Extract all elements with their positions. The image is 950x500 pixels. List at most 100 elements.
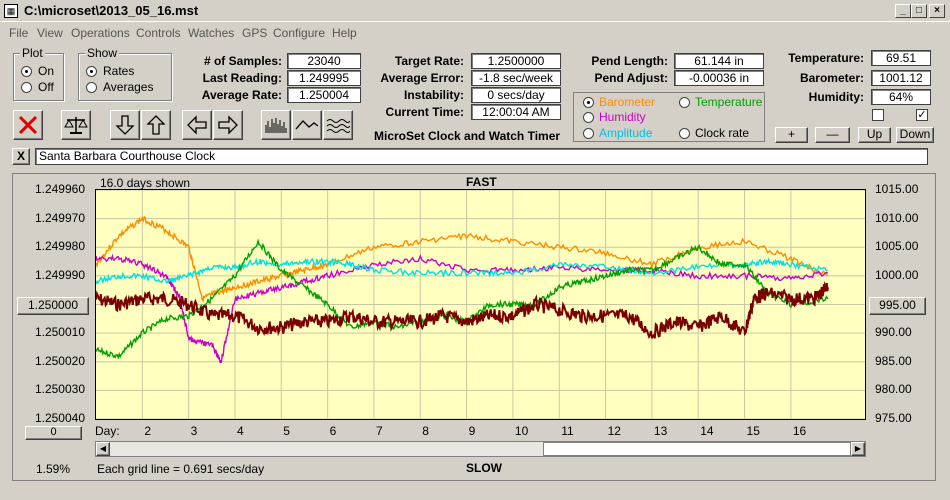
checkbox-1[interactable] bbox=[872, 109, 884, 121]
menu-controls[interactable]: Controls bbox=[136, 26, 181, 40]
barometer-field: 1001.12 bbox=[871, 70, 931, 86]
y-left-tick-label: 1.250040 bbox=[34, 411, 85, 425]
y-right-tick-label: 975.00 bbox=[875, 411, 912, 425]
x-tick-label: 12 bbox=[607, 424, 621, 438]
x-tick-label: 2 bbox=[144, 424, 151, 438]
average-error-label: Average Error: bbox=[380, 71, 464, 85]
app-icon[interactable]: ▦ bbox=[4, 4, 18, 18]
show-rates-label: Rates bbox=[103, 64, 135, 78]
show-rates-radio[interactable] bbox=[86, 66, 97, 77]
plot-off-label: Off bbox=[38, 80, 54, 94]
barometer-reading-label: Barometer: bbox=[799, 71, 864, 85]
instability-label: Instability: bbox=[403, 88, 464, 102]
target-rate-label: Target Rate: bbox=[394, 54, 464, 68]
plot-on-label: On bbox=[38, 64, 55, 78]
instability-field: 0 secs/day bbox=[471, 87, 561, 103]
plot-off-radio[interactable] bbox=[21, 82, 32, 93]
menu-operations[interactable]: Operations bbox=[71, 26, 130, 40]
samples-field: 23040 bbox=[287, 53, 361, 69]
smooth-plot-button[interactable] bbox=[323, 110, 353, 140]
scroll-left-arrow-icon[interactable]: ◀ bbox=[96, 442, 110, 456]
days-shown-label: 16.0 days shown bbox=[100, 176, 191, 190]
close-clock-button[interactable]: X bbox=[12, 148, 30, 165]
menu-help[interactable]: Help bbox=[332, 26, 357, 40]
x-tick-label: 6 bbox=[329, 424, 337, 438]
plot-group-title: Plot bbox=[20, 46, 45, 60]
clock-rate-radio[interactable] bbox=[679, 128, 690, 139]
time-scrollbar[interactable]: ◀ ▶ bbox=[95, 441, 866, 457]
x-tick-label: 9 bbox=[468, 424, 476, 438]
down-button[interactable]: Down bbox=[896, 127, 934, 143]
barometer-radio[interactable] bbox=[583, 97, 594, 108]
menu-configure[interactable]: Configure bbox=[273, 26, 325, 40]
y-right-tick-label: 1005.00 bbox=[875, 239, 919, 254]
clock-name-field[interactable]: Santa Barbara Courthouse Clock bbox=[35, 148, 928, 165]
scrollbar-thumb[interactable] bbox=[543, 442, 851, 456]
humidity-label: Humidity bbox=[599, 110, 646, 124]
current-time-label: Current Time: bbox=[385, 105, 464, 119]
show-group-title: Show bbox=[85, 46, 120, 60]
current-time-field: 12:00:04 AM bbox=[471, 104, 561, 120]
histogram-icon bbox=[265, 118, 287, 133]
humidity-field: 64% bbox=[871, 89, 931, 105]
y-left-tick-label: 1.249980 bbox=[34, 239, 85, 254]
y-left-tick-label: 1.250030 bbox=[34, 382, 85, 397]
y-left-tick-label: 1.250020 bbox=[34, 353, 85, 368]
checkbox-2[interactable]: ✓ bbox=[916, 109, 928, 121]
product-title: MicroSet Clock and Watch Timer bbox=[374, 129, 561, 143]
humidity-reading-label: Humidity: bbox=[808, 90, 864, 104]
x-tick-label: 13 bbox=[653, 424, 668, 438]
scroll-right-arrow-icon[interactable]: ▶ bbox=[851, 442, 865, 456]
maximize-icon[interactable]: □ bbox=[911, 4, 927, 18]
time-offset-button[interactable]: 0 bbox=[25, 426, 82, 440]
target-rate-field[interactable]: 1.2500000 bbox=[471, 53, 561, 69]
plus-button[interactable]: + bbox=[775, 127, 808, 143]
show-averages-radio[interactable] bbox=[86, 82, 97, 93]
amplitude-label: Amplitude bbox=[599, 126, 653, 140]
balance-button[interactable] bbox=[61, 110, 91, 140]
temperature-label: Temperature bbox=[695, 95, 763, 109]
average-rate-field: 1.250004 bbox=[287, 87, 361, 103]
up-button[interactable]: Up bbox=[858, 127, 891, 143]
slow-label: SLOW bbox=[466, 461, 502, 475]
waves-icon bbox=[326, 119, 350, 133]
samples-label: # of Samples: bbox=[203, 54, 282, 68]
close-icon[interactable]: × bbox=[929, 4, 945, 18]
plot-on-radio[interactable] bbox=[21, 66, 32, 77]
last-reading-label: Last Reading: bbox=[202, 71, 282, 85]
menu-watches[interactable]: Watches bbox=[188, 26, 234, 40]
scroll-right-button[interactable] bbox=[213, 110, 243, 140]
menu-bar: File View Operations Controls Watches GP… bbox=[0, 23, 950, 43]
line-plot-button[interactable] bbox=[292, 110, 322, 140]
minimize-icon[interactable]: _ bbox=[895, 4, 911, 18]
scroll-up-button[interactable] bbox=[141, 110, 171, 140]
temperature-reading-label: Temperature: bbox=[788, 51, 864, 65]
minus-button[interactable]: — bbox=[815, 127, 850, 143]
grid-note-label: Each grid line = 0.691 secs/day bbox=[97, 462, 265, 476]
menu-gps[interactable]: GPS bbox=[242, 26, 267, 40]
temperature-radio[interactable] bbox=[679, 97, 690, 108]
arrow-down-icon bbox=[115, 115, 135, 135]
y-right-tick-label: 990.00 bbox=[875, 325, 912, 340]
clock-rate-label: Clock rate bbox=[695, 126, 750, 140]
rate-offset-button[interactable]: 1.250000 bbox=[17, 297, 89, 315]
baro-offset-button[interactable]: 995.00 bbox=[869, 297, 926, 315]
histogram-button[interactable] bbox=[261, 110, 291, 140]
humidity-radio[interactable] bbox=[583, 112, 594, 123]
line-plot-icon bbox=[295, 120, 319, 130]
red-x-icon bbox=[18, 115, 38, 135]
scroll-left-button[interactable] bbox=[182, 110, 212, 140]
barometer-label: Barometer bbox=[599, 95, 656, 109]
scroll-down-button[interactable] bbox=[110, 110, 140, 140]
x-tick-label: 7 bbox=[375, 424, 383, 438]
amplitude-radio[interactable] bbox=[583, 128, 594, 139]
stop-button[interactable] bbox=[13, 110, 43, 140]
x-tick-label: 16 bbox=[792, 424, 807, 438]
menu-file[interactable]: File bbox=[9, 26, 28, 40]
x-tick-label: 15 bbox=[746, 424, 760, 438]
y-right-tick-label: 985.00 bbox=[875, 353, 912, 368]
rate-chart bbox=[95, 189, 865, 420]
series-line-0 bbox=[95, 215, 829, 304]
pend-length-field[interactable]: 61.144 in bbox=[674, 53, 764, 69]
menu-view[interactable]: View bbox=[37, 26, 63, 40]
